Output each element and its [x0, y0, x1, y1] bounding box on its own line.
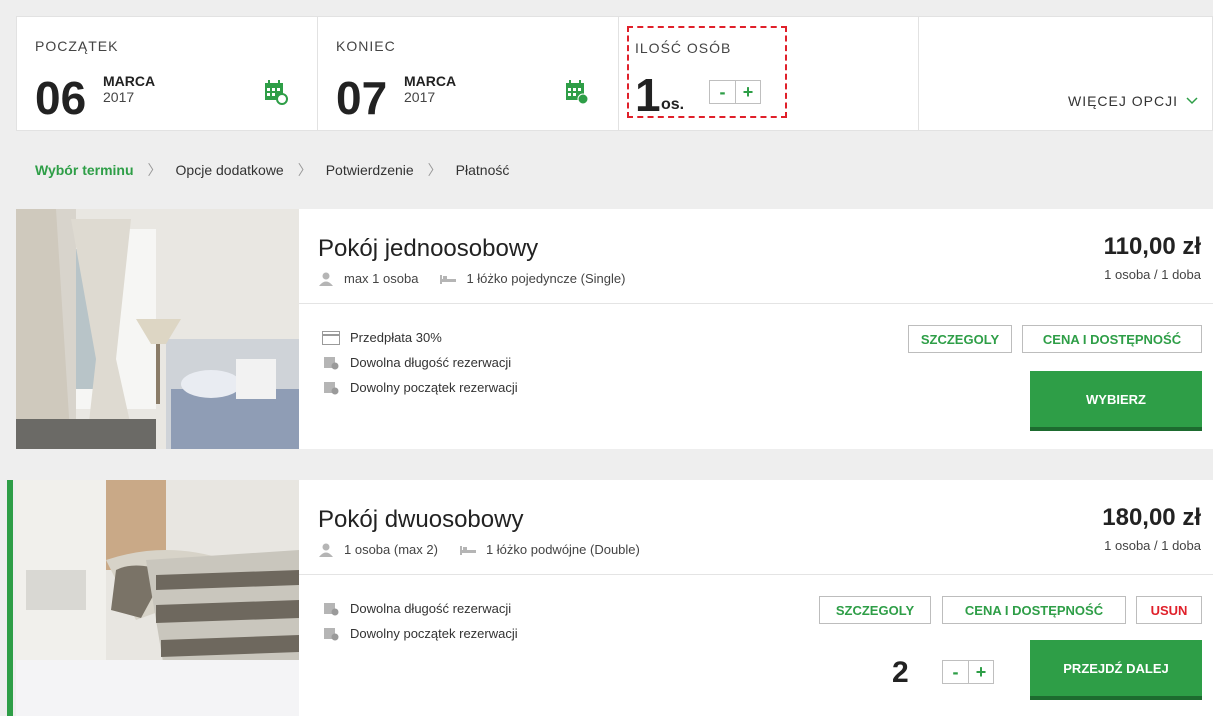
- room-price-unit: 1 osoba / 1 doba: [1104, 267, 1201, 282]
- start-date-field[interactable]: POCZĄTEK 06 MARCA 2017: [17, 17, 318, 130]
- room-price-unit: 1 osoba / 1 doba: [1104, 538, 1201, 553]
- people-increment-button[interactable]: +: [735, 81, 760, 103]
- room-quantity-value: 2: [892, 656, 909, 689]
- room-title: Pokój dwuosobowy: [318, 506, 524, 533]
- select-room-button[interactable]: WYBIERZ: [1030, 371, 1202, 431]
- person-icon: [319, 272, 333, 286]
- room-meta: max 1 osoba 1 łóżko pojedyncze (Single): [318, 271, 647, 286]
- start-day: 06: [35, 72, 87, 124]
- feature-item: Dowolny początek rezerwacji: [322, 621, 518, 646]
- calendar-icon: [324, 627, 339, 640]
- calendar-start-icon[interactable]: [264, 79, 288, 105]
- feature-label: Dowolna długość rezerwacji: [350, 355, 512, 370]
- end-month: MARCA: [404, 73, 457, 89]
- people-count-label: ILOŚĆ OSÓB: [635, 40, 732, 56]
- room-meta: 1 osoba (max 2) 1 łóżko podwójne (Double…: [318, 542, 662, 557]
- more-options-toggle[interactable]: WIĘCEJ OPCJI: [1068, 93, 1198, 109]
- remove-room-button[interactable]: USUN: [1136, 596, 1202, 624]
- end-date-label: KONIEC: [336, 38, 396, 54]
- people-count-unit: os.: [661, 96, 685, 113]
- people-count-field: ILOŚĆ OSÓB 1 os. - +: [619, 17, 919, 130]
- details-button[interactable]: SZCZEGOLY: [819, 596, 931, 624]
- start-year: 2017: [103, 89, 135, 105]
- price-availability-button[interactable]: CENA I DOSTĘPNOŚĆ: [1022, 325, 1202, 353]
- feature-label: Przedpłata 30%: [350, 330, 442, 345]
- feature-item: Przedpłata 30%: [322, 325, 518, 350]
- room-quantity-stepper: - +: [942, 660, 994, 684]
- chevron-right-icon: 〉: [297, 162, 312, 178]
- people-decrement-button[interactable]: -: [710, 81, 735, 103]
- more-options-label: WIĘCEJ OPCJI: [1067, 93, 1178, 109]
- feature-label: Dowolny początek rezerwacji: [350, 626, 518, 641]
- feature-item: Dowolny początek rezerwacji: [322, 375, 518, 400]
- chevron-right-icon: 〉: [427, 162, 442, 178]
- breadcrumb-step-date[interactable]: Wybór terminu: [35, 162, 134, 178]
- start-month: MARCA: [103, 73, 156, 89]
- divider: [299, 303, 1213, 304]
- breadcrumb-step-payment: Płatność: [455, 162, 510, 178]
- chevron-down-icon: [1186, 97, 1198, 105]
- feature-label: Dowolna długość rezerwacji: [350, 601, 512, 616]
- room-decrement-button[interactable]: -: [943, 661, 968, 683]
- room-increment-button[interactable]: +: [968, 661, 993, 683]
- room-price: 110,00 zł: [1103, 233, 1201, 260]
- room-photo-double[interactable]: [16, 480, 299, 716]
- people-count-highlight: ILOŚĆ OSÓB 1 os. - +: [627, 26, 787, 121]
- selected-room-indicator: [7, 480, 13, 716]
- calendar-icon: [324, 381, 339, 394]
- breadcrumb-step-confirmation: Potwierdzenie: [325, 162, 414, 178]
- booking-steps-breadcrumb: Wybór terminu 〉 Opcje dodatkowe 〉 Potwie…: [35, 160, 509, 180]
- feature-label: Dowolny początek rezerwacji: [350, 380, 518, 395]
- end-date-field[interactable]: KONIEC 07 MARCA 2017: [318, 17, 619, 130]
- divider: [299, 574, 1213, 575]
- room-price: 180,00 zł: [1102, 504, 1201, 531]
- room-capacity: 1 osoba (max 2): [344, 542, 438, 557]
- room-card-double: Pokój dwuosobowy 1 osoba (max 2) 1 łóżko…: [16, 480, 1213, 716]
- booking-search-bar: POCZĄTEK 06 MARCA 2017 KONIEC 07 MARCA 2…: [16, 16, 1213, 131]
- feature-item: Dowolna długość rezerwacji: [322, 596, 518, 621]
- calendar-icon: [324, 356, 339, 369]
- end-year: 2017: [404, 89, 436, 105]
- room-capacity: max 1 osoba: [344, 271, 419, 286]
- room-features: Przedpłata 30% Dowolna długość rezerwacj…: [322, 325, 518, 400]
- room-title: Pokój jednoosobowy: [318, 235, 539, 262]
- bed-icon: [440, 274, 457, 284]
- more-options-cell: WIĘCEJ OPCJI: [919, 17, 1212, 130]
- room-card-single: Pokój jednoosobowy max 1 osoba 1 łóżko p…: [16, 209, 1213, 449]
- people-count-stepper: - +: [709, 80, 761, 104]
- credit-card-icon: [322, 330, 340, 345]
- bed-icon: [459, 545, 476, 555]
- room-beds: 1 łóżko podwójne (Double): [485, 542, 640, 557]
- details-button[interactable]: SZCZEGOLY: [908, 325, 1012, 353]
- end-day: 07: [336, 72, 388, 124]
- people-count-value: 1: [635, 69, 661, 121]
- calendar-icon: [324, 602, 339, 615]
- proceed-button[interactable]: PRZEJDŹ DALEJ: [1030, 640, 1202, 700]
- breadcrumb-step-extras: Opcje dodatkowe: [175, 162, 284, 178]
- chevron-right-icon: 〉: [147, 162, 162, 178]
- calendar-end-icon[interactable]: [565, 79, 589, 105]
- room-beds: 1 łóżko pojedyncze (Single): [466, 271, 626, 286]
- room-photo-single[interactable]: [16, 209, 299, 449]
- person-icon: [319, 543, 333, 557]
- feature-item: Dowolna długość rezerwacji: [322, 350, 518, 375]
- room-features: Dowolna długość rezerwacji Dowolny począ…: [322, 596, 518, 646]
- start-date-label: POCZĄTEK: [35, 38, 119, 54]
- price-availability-button[interactable]: CENA I DOSTĘPNOŚĆ: [942, 596, 1126, 624]
